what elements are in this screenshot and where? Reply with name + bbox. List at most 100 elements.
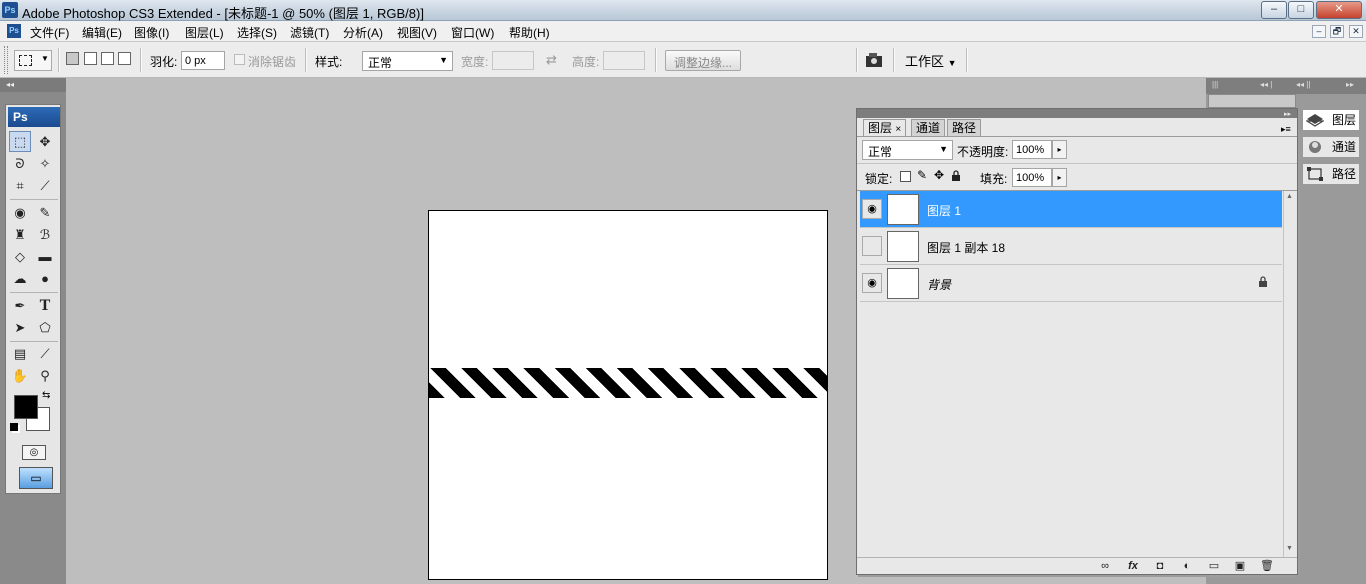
height-input[interactable] — [603, 51, 645, 70]
visibility-toggle[interactable] — [862, 236, 882, 256]
clone-stamp-tool-icon[interactable]: ♜ — [9, 224, 31, 245]
expand-icon[interactable]: ▸▸ — [1346, 80, 1354, 89]
menu-edit[interactable]: 编辑(E) — [82, 24, 122, 41]
feather-input[interactable] — [181, 51, 225, 70]
menu-layer[interactable]: 图层(L) — [185, 24, 224, 41]
healing-tool-icon[interactable]: ◉ — [9, 202, 31, 223]
lasso-tool-icon[interactable]: ᘐ — [9, 153, 31, 174]
lock-all-icon[interactable] — [951, 170, 961, 181]
bridge-icon[interactable] — [864, 51, 886, 70]
menu-help[interactable]: 帮助(H) — [509, 24, 550, 41]
move-tool-icon[interactable]: ✥ — [34, 131, 56, 152]
pen-tool-icon[interactable]: ✒ — [9, 295, 31, 316]
scroll-down-icon[interactable]: ▼ — [1286, 545, 1293, 552]
hand-tool-icon[interactable]: ✋ — [9, 365, 31, 386]
style-dropdown[interactable]: 正常 ▼ — [362, 51, 453, 71]
visibility-eye-icon[interactable]: ◉ — [862, 273, 882, 293]
panel-grip[interactable] — [857, 109, 1297, 118]
fill-input[interactable] — [1012, 168, 1052, 187]
options-grip[interactable] — [4, 46, 8, 74]
path-selection-tool-icon[interactable]: ➤ — [9, 317, 31, 338]
panel-menu-icon[interactable]: ▸≡ — [1281, 124, 1291, 135]
tool-preset-picker[interactable]: ▼ — [14, 50, 52, 71]
swap-dimensions-icon[interactable]: ⇄ — [546, 52, 557, 68]
screen-mode-icon[interactable]: ▭ — [19, 467, 53, 489]
add-selection-button[interactable] — [84, 52, 97, 65]
close-button[interactable]: ✕ — [1316, 1, 1362, 19]
layer-mask-icon[interactable]: ◘ — [1152, 559, 1168, 573]
quick-mask-icon[interactable]: ◎ — [22, 445, 46, 460]
menu-view[interactable]: 视图(V) — [397, 24, 437, 41]
doc-close-button[interactable]: ✕ — [1349, 25, 1363, 38]
opacity-input[interactable] — [1012, 140, 1052, 159]
default-colors-icon[interactable] — [10, 423, 18, 431]
tab-channels[interactable]: 通道 — [911, 119, 946, 136]
link-layers-icon[interactable]: ∞ — [1097, 559, 1113, 573]
minimize-button[interactable]: – — [1261, 1, 1287, 19]
menu-file[interactable]: 文件(F) — [30, 24, 69, 41]
brush-tool-icon[interactable]: ✎ — [34, 202, 56, 223]
width-input[interactable] — [492, 51, 534, 70]
menu-analysis[interactable]: 分析(A) — [343, 24, 383, 41]
gradient-tool-icon[interactable]: ▬ — [34, 246, 56, 267]
lock-position-icon[interactable]: ✥ — [934, 168, 944, 182]
menu-window[interactable]: 窗口(W) — [451, 24, 494, 41]
lock-pixels-icon[interactable]: ✎ — [917, 168, 927, 182]
doc-restore-button[interactable]: 🗗 — [1330, 25, 1344, 38]
scroll-up-icon[interactable]: ▲ — [1286, 193, 1293, 200]
dock-tab-paths[interactable]: 路径 — [1302, 163, 1360, 185]
panel-collapse-icon[interactable]: ▸▸ — [1284, 110, 1291, 118]
intersect-selection-button[interactable] — [118, 52, 131, 65]
dock-collapsed-panel[interactable] — [1208, 94, 1296, 108]
swap-colors-icon[interactable]: ⇆ — [42, 390, 50, 401]
type-tool-icon[interactable]: T — [34, 295, 56, 316]
collapse-icon[interactable]: ◂◂ || — [1296, 80, 1310, 89]
layer-style-icon[interactable]: fx — [1125, 559, 1141, 573]
new-selection-button[interactable] — [66, 52, 79, 65]
opacity-slider-button[interactable]: ▸ — [1052, 140, 1067, 159]
slice-tool-icon[interactable]: ⟋ — [34, 175, 56, 196]
subtract-selection-button[interactable] — [101, 52, 114, 65]
workspace-menu[interactable]: 工作区 ▼ — [905, 51, 957, 70]
eraser-tool-icon[interactable]: ◇ — [9, 246, 31, 267]
menu-image[interactable]: 图像(I) — [134, 24, 169, 41]
layer-row[interactable]: ◉ 背景 — [860, 265, 1282, 302]
layer-row[interactable]: ◉ 图层 1 — [860, 191, 1282, 228]
new-layer-icon[interactable]: ▣ — [1232, 559, 1248, 573]
blend-mode-dropdown[interactable]: 正常 ▼ — [862, 140, 953, 160]
collapse-left-icon[interactable]: ◂◂ — [0, 78, 66, 92]
antialias-checkbox[interactable] — [234, 54, 245, 65]
eyedropper-tool-icon[interactable]: ⟋ — [34, 343, 56, 364]
collapse-icon[interactable]: ◂◂ | — [1260, 80, 1272, 89]
dodge-tool-icon[interactable]: ● — [34, 268, 56, 289]
zoom-tool-icon[interactable]: ⚲ — [34, 365, 56, 386]
blur-tool-icon[interactable]: ☁ — [9, 268, 31, 289]
layer-row[interactable]: 图层 1 副本 18 — [860, 228, 1282, 265]
grip-icon[interactable]: ||| — [1212, 80, 1218, 89]
shape-tool-icon[interactable]: ⬠ — [34, 317, 56, 338]
menu-filter[interactable]: 滤镜(T) — [290, 24, 329, 41]
tab-layers[interactable]: 图层 × — [863, 119, 907, 136]
notes-tool-icon[interactable]: ▤ — [9, 343, 31, 364]
history-brush-tool-icon[interactable]: ℬ — [34, 224, 56, 245]
fill-slider-button[interactable]: ▸ — [1052, 168, 1067, 187]
marquee-tool-icon[interactable]: ⬚ — [9, 131, 31, 152]
layers-scrollbar[interactable]: ▲ ▼ — [1283, 191, 1295, 557]
document-canvas[interactable] — [428, 210, 828, 580]
maximize-button[interactable]: □ — [1288, 1, 1314, 19]
refine-edge-button[interactable]: 调整边缘... — [665, 50, 742, 71]
foreground-color-swatch[interactable] — [14, 395, 38, 419]
lock-transparency-icon[interactable] — [900, 171, 911, 182]
delete-layer-icon[interactable]: 🗑 — [1259, 559, 1275, 573]
tab-paths[interactable]: 路径 — [947, 119, 982, 136]
document-icon[interactable]: Ps — [7, 24, 21, 38]
adjustment-layer-icon[interactable]: ◐ — [1179, 559, 1195, 573]
dock-tab-layers[interactable]: 图层 — [1302, 109, 1360, 131]
close-icon[interactable]: × — [895, 124, 901, 135]
magic-wand-tool-icon[interactable]: ✧ — [34, 153, 56, 174]
crop-tool-icon[interactable]: ⌗ — [9, 175, 31, 196]
dock-tab-channels[interactable]: 通道 — [1302, 136, 1360, 158]
menu-select[interactable]: 选择(S) — [237, 24, 277, 41]
visibility-eye-icon[interactable]: ◉ — [862, 199, 882, 219]
new-group-icon[interactable]: ▭ — [1206, 559, 1222, 573]
